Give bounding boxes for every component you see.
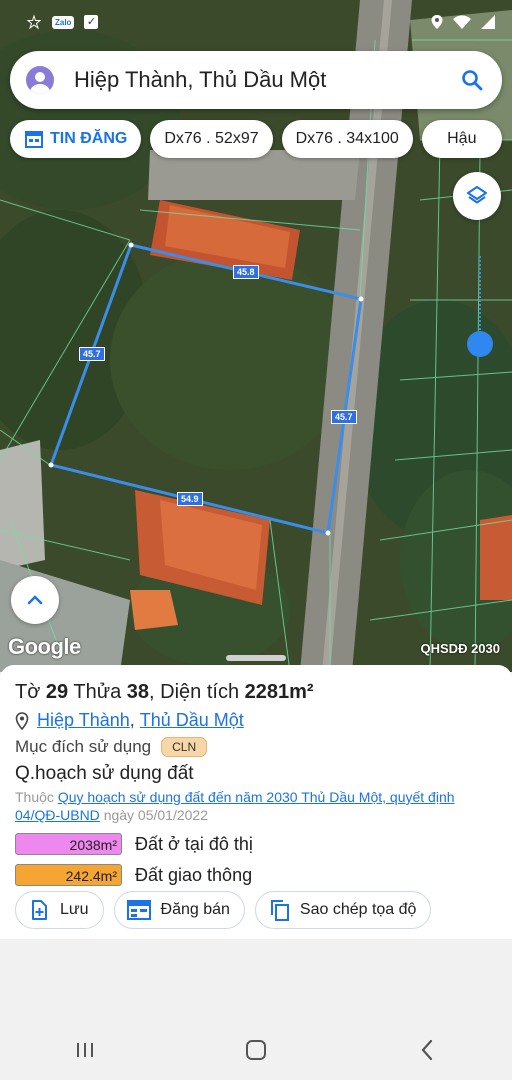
plan-source-link[interactable]: Quy hoạch sử dụng đất đến năm 2030 Thủ D… xyxy=(15,789,455,823)
check-icon: ✓ xyxy=(84,15,99,29)
zone-area-chip: 242.4m² xyxy=(15,864,122,886)
recents-icon xyxy=(77,1043,94,1057)
parcel-info-sheet: Tờ 29 Thửa 38, Diện tích 2281m² Hiệp Thà… xyxy=(0,655,512,939)
chip-tin-dang[interactable]: TIN ĐĂNG xyxy=(10,120,142,158)
save-button[interactable]: Lưu xyxy=(15,891,104,929)
area-label: Diện tích xyxy=(160,681,240,703)
pin-icon xyxy=(15,711,29,730)
chip-hau[interactable]: Hậu xyxy=(421,120,502,158)
ward-link[interactable]: Hiệp Thành xyxy=(37,710,130,731)
search-bar[interactable]: Hiệp Thành, Thủ Dầu Một xyxy=(10,51,502,109)
search-icon[interactable] xyxy=(460,68,484,92)
copy-coordinates-label: Sao chép tọa độ xyxy=(299,901,417,918)
zone-label: Đất ở tại đô thị xyxy=(135,833,253,854)
opacity-slider-track[interactable] xyxy=(479,256,481,334)
drag-handle[interactable] xyxy=(226,655,286,661)
post-sale-button[interactable]: Đăng bán xyxy=(113,891,245,929)
zone-label: Đất giao thông xyxy=(135,864,253,885)
plan-title: Q.hoạch sử dụng đất xyxy=(15,763,194,784)
location-icon xyxy=(431,15,443,29)
action-buttons: Lưu Đăng bán Sao chép tọa độ xyxy=(15,891,432,929)
edge-length-left: 45.7 xyxy=(79,347,105,361)
purpose-badge: CLN xyxy=(161,737,208,757)
thua-label: Thửa xyxy=(73,681,122,703)
copy-coordinates-button[interactable]: Sao chép tọa độ xyxy=(254,891,432,929)
search-input[interactable]: Hiệp Thành, Thủ Dầu Một xyxy=(74,67,460,93)
post-sale-label: Đăng bán xyxy=(160,901,230,918)
chip-label: TIN ĐĂNG xyxy=(50,130,128,147)
satellite-map[interactable]: 45.8 45.7 45.7 54.9 Zalo ✓ Hiệp Thành, T… xyxy=(0,0,512,672)
wifi-icon xyxy=(453,15,471,29)
signal-icon xyxy=(481,15,495,29)
area-value: 2281m² xyxy=(244,681,314,703)
zone-area-chip: 2038m² xyxy=(15,833,122,855)
notification-icon xyxy=(26,14,42,30)
opacity-slider-thumb[interactable] xyxy=(467,331,493,357)
zone-row-traffic: 242.4m² Đất giao thông xyxy=(15,864,497,886)
chevron-up-icon xyxy=(27,595,43,605)
status-bar: Zalo ✓ xyxy=(0,0,512,44)
calendar-icon xyxy=(25,131,43,148)
expand-sheet-button[interactable] xyxy=(11,576,59,624)
calendar-grid-icon xyxy=(126,900,151,920)
google-logo: Google xyxy=(8,634,81,659)
home-button[interactable] xyxy=(236,1030,276,1070)
plan-source: Thuộc Quy hoạch sử dụng đất đến năm 2030… xyxy=(15,788,497,824)
back-button[interactable] xyxy=(407,1030,447,1070)
to-value: 29 xyxy=(45,681,69,703)
edge-length-bottom: 54.9 xyxy=(177,492,203,506)
chip-dx76-34x100[interactable]: Dx76 . 34x100 xyxy=(281,120,413,158)
source-prefix: Thuộc xyxy=(15,789,54,805)
edge-length-top: 45.8 xyxy=(233,265,259,279)
add-file-icon xyxy=(32,900,47,920)
back-icon xyxy=(421,1039,432,1061)
chip-label: Hậu xyxy=(447,130,477,147)
edge-length-right: 45.7 xyxy=(331,410,357,424)
zalo-icon: Zalo xyxy=(52,15,75,29)
source-date: ngày 05/01/2022 xyxy=(103,807,209,823)
location-line: Hiệp Thành , Thủ Dầu Một xyxy=(15,710,497,731)
purpose-label: Mục đích sử dụng xyxy=(15,737,152,756)
zone-row-residential: 2038m² Đất ở tại đô thị xyxy=(15,833,497,855)
home-icon xyxy=(245,1040,266,1060)
copy-icon xyxy=(270,900,289,921)
to-label: Tờ xyxy=(15,681,41,703)
filter-chips: TIN ĐĂNG Dx76 . 52x97 Dx76 . 34x100 Hậu xyxy=(10,120,502,158)
layers-button[interactable] xyxy=(453,172,501,220)
parcel-title: Tờ 29 Thửa 38, Diện tích 2281m² xyxy=(15,681,314,703)
recent-apps-button[interactable] xyxy=(65,1030,105,1070)
system-nav-bar xyxy=(0,1020,512,1080)
city-link[interactable]: Thủ Dầu Một xyxy=(140,710,244,731)
save-label: Lưu xyxy=(60,901,89,918)
plan-tag: QHSDĐ 2030 xyxy=(420,641,500,656)
chip-label: Dx76 . 52x97 xyxy=(164,130,259,147)
chip-label: Dx76 . 34x100 xyxy=(295,130,399,147)
layers-icon xyxy=(467,186,487,204)
avatar[interactable] xyxy=(26,66,54,94)
chip-dx76-52x97[interactable]: Dx76 . 52x97 xyxy=(150,120,273,158)
thua-value: 38 xyxy=(126,681,150,703)
purpose-line: Mục đích sử dụng CLN xyxy=(15,737,497,757)
